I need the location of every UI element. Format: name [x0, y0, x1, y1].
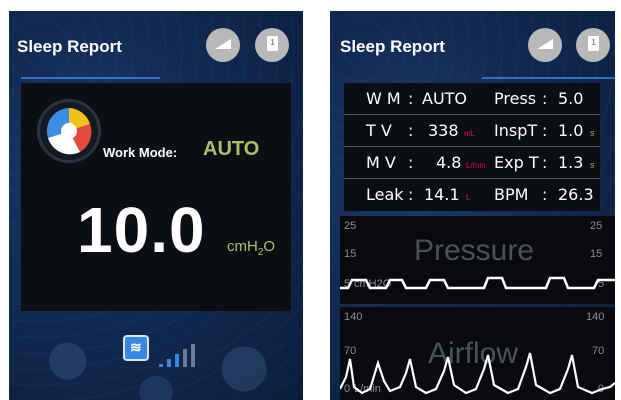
param-row: W M : AUTO Press : 5.0 [344, 83, 600, 115]
param-sep: : [408, 153, 414, 172]
pressure-graph: Pressure 25 15 5 cmH2O 25 15 5 [340, 216, 615, 304]
page-title: Sleep Report [340, 37, 445, 56]
param-label: W M [366, 89, 401, 108]
fan-icon [37, 99, 101, 163]
param-value: 14.1 [424, 185, 460, 204]
param-label: Leak [366, 185, 404, 204]
airflow-graph: Airflow 140 70 0 L/min 140 70 0 [340, 307, 615, 400]
document-icon: 1 [267, 36, 278, 51]
signal-button[interactable] [528, 28, 562, 62]
pressure-waveform [340, 276, 615, 290]
work-mode-label: Work Mode: [103, 145, 178, 160]
param-sep: : [408, 89, 414, 108]
param-value: AUTO [422, 89, 468, 108]
param-sep-2: : [542, 89, 548, 108]
airflow-waveform [340, 352, 615, 395]
tab-indicator [482, 77, 615, 79]
param-unit: L [466, 193, 471, 202]
param-sep: : [408, 185, 414, 204]
param-label-2: Press [494, 89, 537, 108]
param-sep: : [408, 121, 414, 140]
param-label-2: BPM [494, 185, 529, 204]
work-mode-value: AUTO [203, 138, 260, 160]
param-sep-2: : [542, 185, 548, 204]
pressure-value: 10.0 [77, 194, 206, 266]
param-unit-2: s [590, 128, 595, 138]
param-row: Leak : 14.1 L BPM : 26.3 [344, 179, 600, 210]
document-button[interactable]: 1 [255, 28, 289, 62]
param-value-2: 1.0 [558, 121, 584, 140]
param-label: T V [366, 121, 392, 140]
param-unit: mL [464, 129, 476, 138]
signal-bar-3 [175, 354, 179, 367]
param-value: 4.8 [436, 153, 462, 172]
param-label-2: Exp T [494, 153, 539, 172]
param-label: M V [366, 153, 396, 172]
page-title: Sleep Report [17, 37, 122, 56]
param-label-2: InspT [494, 121, 538, 140]
param-value-2: 26.3 [558, 185, 594, 204]
signal-bar-5 [191, 344, 195, 367]
signal-bar-4 [183, 349, 187, 367]
param-value-2: 1.3 [558, 153, 584, 172]
signal-icon [215, 39, 231, 49]
param-sep-2: : [542, 153, 548, 172]
param-row: M V : 4.8 L/min Exp T : 1.3 s [344, 147, 600, 179]
signal-bar-2 [167, 359, 171, 367]
left-screen: Sleep Report 1 Work Mode: AUTO 10.0 cmH2… [9, 11, 303, 400]
param-row: T V : 338 mL InspT : 1.0 s [344, 115, 600, 147]
right-screen: Sleep Report 1 W M : AUTO Press : 5.0 T … [330, 11, 615, 400]
param-unit-2: s [590, 160, 595, 170]
param-sep-2: : [542, 121, 548, 140]
param-value: 338 [428, 121, 459, 140]
parameter-table: W M : AUTO Press : 5.0 T V : 338 mL Insp… [344, 83, 600, 211]
document-icon: 1 [588, 36, 599, 51]
tab-indicator [21, 77, 160, 79]
document-button[interactable]: 1 [576, 28, 610, 62]
signal-icon [537, 39, 553, 49]
heater-icon[interactable]: ≋ [123, 335, 149, 361]
signal-button[interactable] [206, 28, 240, 62]
param-value-2: 5.0 [558, 89, 584, 108]
pressure-unit: cmH2O [227, 238, 276, 258]
pressure-panel: Work Mode: AUTO 10.0 cmH2O [21, 83, 291, 311]
param-unit: L/min [466, 161, 486, 170]
signal-bar-1 [159, 364, 163, 367]
